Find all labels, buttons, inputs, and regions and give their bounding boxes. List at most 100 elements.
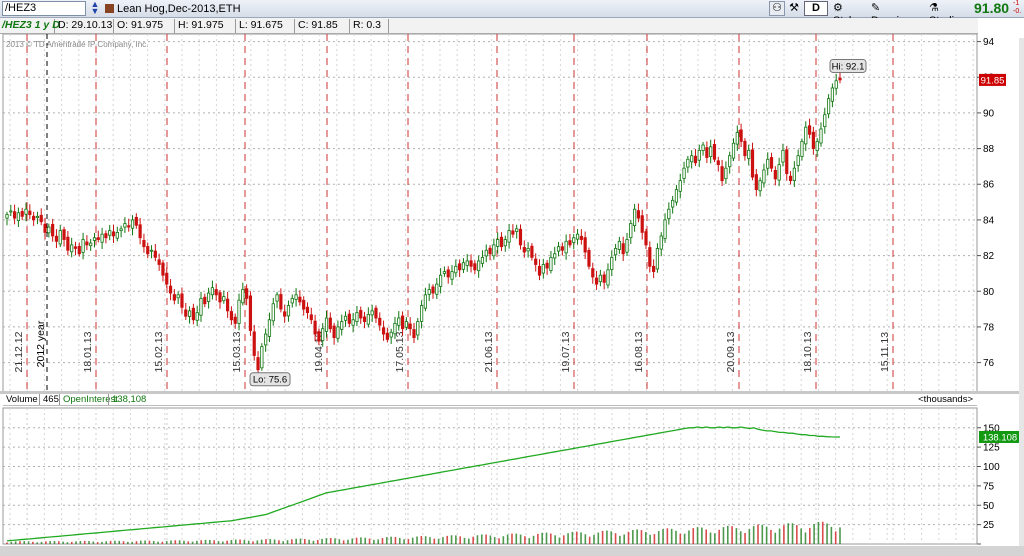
volume-bar: [558, 537, 561, 544]
candle-body: [674, 189, 679, 203]
candle-body: [762, 169, 766, 184]
volume-bar: [726, 525, 729, 544]
candle-body: [28, 210, 32, 215]
vertical-scrollbar[interactable]: [1019, 38, 1024, 546]
candle-body: [385, 332, 389, 340]
candle-body: [32, 215, 36, 221]
candle-body: [362, 316, 367, 322]
studies-button[interactable]: ⚗ Studies: [926, 1, 972, 27]
candle-body: [20, 211, 24, 217]
volume-bar: [666, 528, 669, 544]
volume-bar: [580, 532, 582, 544]
candle-body: [450, 271, 454, 280]
candle-body: [728, 155, 732, 168]
candle-body: [100, 233, 104, 243]
volume-bar: [653, 534, 656, 544]
candle-body: [823, 114, 827, 128]
candle-body: [397, 317, 401, 326]
volume-bar: [304, 538, 306, 544]
candle-body: [431, 286, 435, 294]
volume-bar: [429, 537, 431, 544]
volume-bar: [455, 535, 457, 544]
candle-body: [480, 256, 485, 264]
volume-bar: [312, 540, 315, 544]
volume-bar: [96, 542, 99, 544]
volume-bar: [394, 537, 397, 544]
volume-bar: [234, 539, 237, 544]
candle-body: [271, 303, 275, 322]
volume-bar: [381, 538, 384, 544]
volume-bar: [692, 528, 695, 544]
style-button[interactable]: ⚙ Style: [830, 1, 866, 27]
link-icon[interactable]: ⚇: [769, 1, 785, 16]
volume-bar: [770, 529, 772, 544]
volume-bar: [92, 541, 95, 544]
candle-body: [720, 166, 724, 182]
candle-body: [16, 212, 21, 222]
volume-bar: [390, 536, 392, 544]
volume-bar: [32, 541, 34, 544]
candle-body: [697, 149, 701, 161]
volume-bar: [338, 539, 341, 544]
candle-body: [241, 289, 245, 304]
candle-body: [553, 253, 557, 259]
volume-bar: [787, 523, 790, 544]
price-chart[interactable]: 767880828486889092942012 year21.12.1218.…: [0, 34, 1024, 391]
candle-body: [747, 149, 751, 159]
aggregation-button[interactable]: D: [804, 1, 828, 16]
candle-body: [652, 265, 656, 273]
candle-body: [712, 144, 717, 160]
volume-bar: [537, 533, 539, 544]
y-tick-label: 94: [983, 37, 995, 48]
candle-body: [343, 315, 348, 321]
volume-bar: [83, 540, 86, 544]
volume-bar: [157, 541, 159, 544]
candle-body: [130, 219, 135, 229]
price-change-top: -1: [1013, 0, 1020, 7]
candle-body: [184, 309, 188, 317]
volume-bar: [226, 540, 228, 544]
settings-wrench-icon[interactable]: ⚒: [786, 1, 802, 16]
high-annotation-label: Hi: 92.1: [832, 61, 865, 72]
drawings-button[interactable]: ✎ Drawings: [868, 1, 923, 27]
volume-bar: [614, 533, 617, 544]
volume-bar: [662, 529, 664, 544]
volume-bar: [217, 541, 220, 544]
candle-body: [617, 240, 621, 250]
symbol-period-label[interactable]: /HEZ3 1 y D: [0, 19, 60, 33]
candle-body: [381, 327, 386, 335]
studies-icon: ⚗: [929, 2, 939, 14]
candle-body: [458, 263, 462, 271]
candle-body: [518, 228, 523, 246]
candle-body: [229, 311, 234, 321]
horizontal-scrollbar[interactable]: [0, 546, 1024, 556]
volume-bar: [688, 530, 690, 544]
candle-body: [644, 231, 648, 246]
volume-bar: [450, 535, 453, 544]
volume-bar: [606, 530, 608, 544]
candle-body: [442, 271, 447, 274]
candle-body: [245, 288, 249, 299]
candle-body: [317, 331, 321, 342]
symbol-input[interactable]: /HEZ3: [2, 1, 86, 16]
volume-bar: [524, 536, 526, 544]
candle-body: [123, 223, 127, 228]
symbol-scroll-arrows-icon[interactable]: ▲ ▼: [88, 0, 102, 16]
candle-body: [587, 249, 591, 267]
candle-body: [613, 248, 618, 256]
candle-body: [157, 259, 161, 265]
volume-chart[interactable]: 255075100125150138.108: [0, 406, 1024, 546]
volume-bar: [765, 526, 768, 544]
volume-bar: [826, 523, 828, 544]
candle-body: [336, 326, 340, 339]
candle-body: [138, 224, 142, 239]
candle-body: [465, 260, 469, 266]
volume-bar: [493, 537, 496, 544]
y-tick-label: 86: [983, 180, 995, 191]
volume-bar: [468, 538, 470, 544]
volume-bar: [610, 531, 613, 544]
date-label: 15.02.13: [153, 331, 165, 372]
candle-body: [709, 146, 713, 158]
candle-body: [222, 296, 226, 302]
volume-bar: [139, 540, 142, 544]
